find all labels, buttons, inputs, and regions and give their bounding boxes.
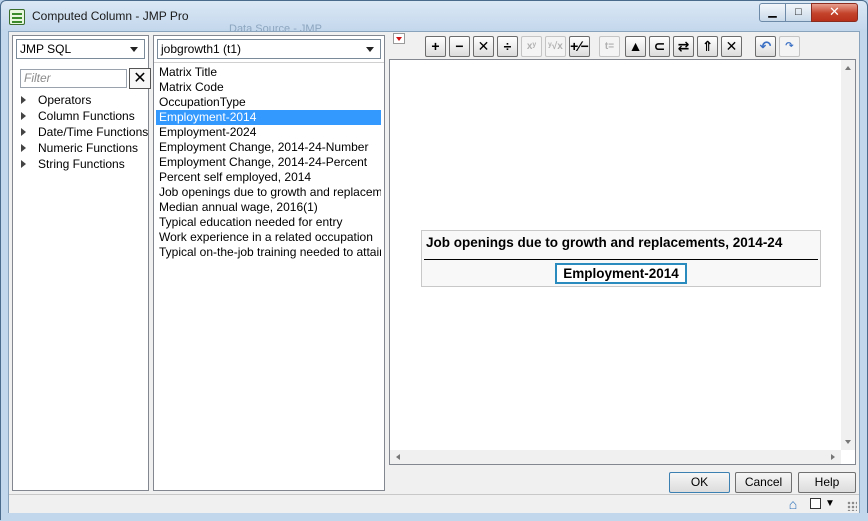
column-list-item[interactable]: Median annual wage, 2016(1): [156, 200, 381, 215]
scroll-right-icon[interactable]: [831, 454, 835, 460]
tree-item-label: Column Functions: [38, 109, 135, 123]
tree-item-label: Date/Time Functions: [38, 125, 149, 139]
jmp-app-icon: [9, 9, 25, 25]
move-up-tool[interactable]: ▲: [625, 36, 646, 57]
column-list-item[interactable]: Percent self employed, 2014: [156, 170, 381, 185]
column-list-item[interactable]: Employment-2024: [156, 125, 381, 140]
scroll-left-icon[interactable]: [396, 454, 400, 460]
filter-input[interactable]: Filter: [20, 69, 127, 88]
power-tool[interactable]: xʸ: [521, 36, 542, 57]
tree-item-label: Numeric Functions: [38, 141, 139, 155]
denominator-term[interactable]: Employment-2014: [555, 263, 687, 284]
chevron-down-icon: [366, 47, 374, 52]
scroll-up-icon[interactable]: [845, 66, 851, 70]
expand-triangle-icon[interactable]: [21, 160, 26, 168]
table-select-value: jobgrowth1 (t1): [161, 42, 242, 56]
multiply-tool[interactable]: ✕: [473, 36, 494, 57]
red-triangle-menu-icon[interactable]: [393, 33, 405, 44]
add-tool[interactable]: +: [425, 36, 446, 57]
column-list-item[interactable]: Work experience in a related occupation: [156, 230, 381, 245]
tree-item-label: String Functions: [38, 157, 125, 171]
help-button[interactable]: Help: [798, 472, 856, 493]
undo-tool[interactable]: ↶: [755, 36, 776, 57]
computed-column-window: Computed Column - JMP Pro ▁ □ ✕ Data Sou…: [0, 0, 868, 521]
chevron-down-icon: [130, 47, 138, 52]
clear-filter-button[interactable]: ✕: [129, 68, 151, 89]
source-select-value: JMP SQL: [20, 42, 72, 56]
horizontal-scrollbar[interactable]: [390, 450, 841, 464]
fraction-bar: [424, 259, 818, 260]
delete-tool[interactable]: ✕: [721, 36, 742, 57]
window-list-icon[interactable]: [810, 498, 821, 509]
plus-minus-tool[interactable]: +∕−: [569, 36, 590, 57]
column-list-item[interactable]: Employment-2014: [156, 110, 381, 125]
divide-tool[interactable]: ÷: [497, 36, 518, 57]
swap-tool[interactable]: ⇄: [673, 36, 694, 57]
root-tool[interactable]: ʸ√x: [545, 36, 566, 57]
scroll-down-icon[interactable]: [845, 440, 851, 444]
column-list-item[interactable]: Typical on-the-job training needed to at…: [156, 245, 381, 260]
home-icon[interactable]: ⌂: [785, 496, 801, 512]
column-list-item[interactable]: Matrix Code: [156, 80, 381, 95]
divider: [154, 62, 384, 63]
peel-tool[interactable]: ⊂: [649, 36, 670, 57]
columns-panel: jobgrowth1 (t1) Matrix Title Matrix Code O…: [153, 35, 385, 491]
expand-triangle-icon[interactable]: [21, 96, 26, 104]
column-list-item[interactable]: Matrix Title: [156, 65, 381, 80]
expand-triangle-icon[interactable]: [21, 112, 26, 120]
column-list-item[interactable]: OccupationType: [156, 95, 381, 110]
tree-item-label: Operators: [38, 93, 92, 107]
numerator-term[interactable]: Job openings due to growth and replaceme…: [426, 235, 782, 250]
chevron-down-icon[interactable]: ▼: [825, 496, 835, 512]
division-expression[interactable]: Job openings due to growth and replaceme…: [421, 230, 821, 287]
column-list-item[interactable]: Job openings due to growth and replaceme…: [156, 185, 381, 200]
subtract-tool[interactable]: −: [449, 36, 470, 57]
expand-triangle-icon[interactable]: [21, 144, 26, 152]
functions-panel: JMP SQL Filter ✕ Operators Column Functio…: [12, 35, 151, 491]
ok-button[interactable]: OK: [669, 472, 730, 493]
redo-tool[interactable]: ↷: [779, 36, 800, 57]
assign-tool[interactable]: t=: [599, 36, 620, 57]
expand-triangle-icon[interactable]: [21, 128, 26, 136]
window-title: Computed Column - JMP Pro: [32, 9, 189, 23]
formula-editor[interactable]: Job openings due to growth and replaceme…: [389, 59, 856, 465]
minimize-button[interactable]: ▁: [759, 3, 786, 22]
source-select[interactable]: JMP SQL: [16, 39, 145, 59]
close-window-button[interactable]: ✕: [811, 3, 858, 22]
title-bar[interactable]: Computed Column - JMP Pro ▁ □ ✕: [1, 1, 867, 31]
column-list-item[interactable]: Employment Change, 2014-24-Percent: [156, 155, 381, 170]
table-select[interactable]: jobgrowth1 (t1): [157, 39, 381, 59]
unthrow-tool[interactable]: ⇑: [697, 36, 718, 57]
column-list-item[interactable]: Employment Change, 2014-24-Number: [156, 140, 381, 155]
status-bar: ⌂ ▼: [9, 494, 859, 513]
vertical-scrollbar[interactable]: [841, 60, 855, 450]
cancel-button[interactable]: Cancel: [735, 472, 792, 493]
dialog-client-area: JMP SQL Filter ✕ Operators Column Functio…: [8, 31, 860, 513]
maximize-button[interactable]: □: [785, 3, 812, 22]
resize-grip-icon[interactable]: [847, 501, 857, 511]
column-list-item[interactable]: Typical education needed for entry: [156, 215, 381, 230]
